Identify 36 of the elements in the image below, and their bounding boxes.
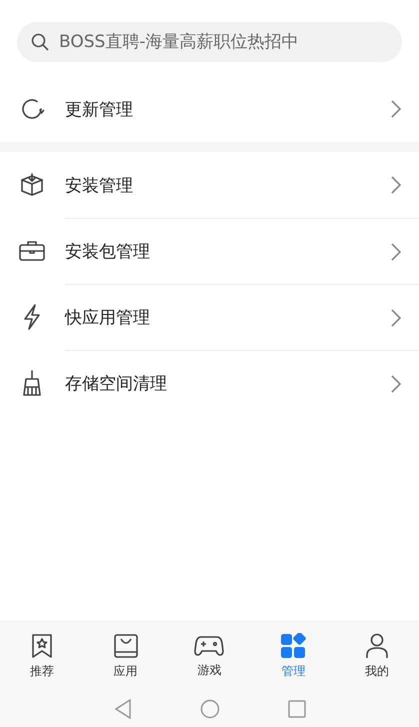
menu-row[interactable]: 安装包管理 [0, 218, 419, 284]
menu-row[interactable]: 更新管理 [0, 76, 419, 142]
search-icon [31, 33, 49, 51]
menu-row[interactable]: 安装管理 [0, 152, 419, 218]
nav-tab[interactable]: 应用 [84, 622, 168, 690]
bookmark-star-icon [30, 632, 53, 658]
broom-icon [20, 370, 44, 396]
home-icon[interactable] [200, 698, 220, 718]
menu-label: 快应用管理 [65, 307, 150, 329]
briefcase-icon [19, 240, 45, 262]
back-icon[interactable] [114, 698, 132, 718]
nav-tab[interactable]: 我的 [335, 622, 419, 690]
menu-label: 安装包管理 [65, 241, 150, 263]
person-icon [365, 632, 390, 658]
recents-icon[interactable] [288, 700, 306, 718]
search-bar[interactable]: BOSS直聘-海量高薪职位热招中 [17, 22, 402, 62]
gamepad-icon [194, 634, 224, 658]
lightning-icon [22, 304, 42, 330]
menu-row[interactable]: 快应用管理 [0, 284, 419, 350]
menu-row[interactable]: 存储空间清理 [0, 350, 419, 416]
menu-label: 更新管理 [65, 98, 133, 120]
search-field[interactable]: BOSS直聘-海量高薪职位热招中 [57, 31, 388, 53]
refresh-icon [19, 96, 45, 122]
menu-label: 存储空间清理 [65, 373, 167, 395]
bag-icon [112, 632, 139, 658]
chevron-right-icon [391, 242, 401, 260]
nav-tab[interactable]: 推荐 [0, 622, 84, 690]
box-icon [19, 172, 45, 198]
chevron-right-icon [391, 176, 401, 194]
nav-tab[interactable]: 管理 [251, 622, 336, 690]
grid-icon [280, 632, 306, 658]
menu-label: 安装管理 [65, 174, 133, 196]
chevron-right-icon [391, 374, 401, 392]
nav-tab[interactable]: 游戏 [168, 622, 252, 690]
chevron-right-icon [391, 308, 401, 326]
chevron-right-icon [391, 100, 401, 118]
